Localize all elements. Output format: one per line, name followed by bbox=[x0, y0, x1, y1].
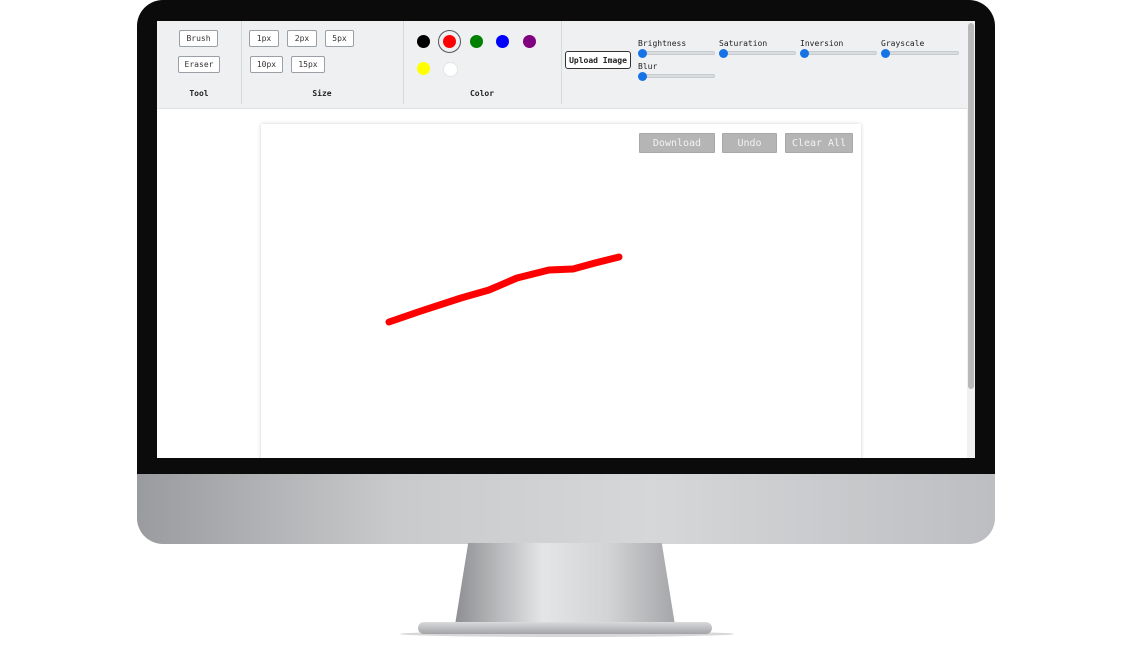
red-brush-stroke bbox=[385, 253, 623, 326]
monitor-stand-neck bbox=[455, 543, 675, 625]
saturation-label: Saturation bbox=[719, 39, 768, 48]
tool-group-label: Tool bbox=[189, 89, 209, 98]
color-group-label: Color bbox=[469, 89, 495, 98]
blur-label: Blur bbox=[638, 62, 658, 71]
vertical-scrollbar-thumb[interactable] bbox=[968, 23, 974, 389]
upload-image-button[interactable]: Upload Image bbox=[565, 51, 631, 69]
grayscale-slider[interactable] bbox=[881, 51, 959, 55]
tool-group: Brush Eraser Tool bbox=[157, 21, 242, 104]
size-5px-button[interactable]: 5px bbox=[325, 30, 354, 47]
drawing-canvas[interactable]: Download Undo Clear All bbox=[261, 124, 861, 458]
color-swatch-purple[interactable] bbox=[523, 35, 536, 48]
blur-slider-thumb[interactable] bbox=[638, 72, 647, 81]
size-1px-button[interactable]: 1px bbox=[249, 30, 279, 47]
inversion-slider[interactable] bbox=[800, 51, 877, 55]
brush-button[interactable]: Brush bbox=[179, 30, 218, 47]
blur-slider[interactable] bbox=[638, 74, 715, 78]
monitor-chin bbox=[137, 474, 995, 544]
inversion-slider-thumb[interactable] bbox=[800, 49, 809, 58]
color-swatch-red[interactable] bbox=[443, 35, 456, 48]
grayscale-slider-thumb[interactable] bbox=[881, 49, 890, 58]
size-group-label: Size bbox=[312, 89, 332, 98]
eraser-button[interactable]: Eraser bbox=[178, 56, 220, 73]
app-screen: Brush Eraser Tool 1px 2px 5px 10px 15px … bbox=[157, 21, 975, 458]
brightness-slider-thumb[interactable] bbox=[638, 49, 647, 58]
clear-all-button[interactable]: Clear All bbox=[785, 133, 853, 153]
color-swatch-blue[interactable] bbox=[496, 35, 509, 48]
size-2px-button[interactable]: 2px bbox=[287, 30, 317, 47]
color-swatch-yellow[interactable] bbox=[417, 62, 430, 75]
monitor-stand-base bbox=[418, 622, 712, 634]
grayscale-label: Grayscale bbox=[881, 39, 925, 48]
drawn-stroke bbox=[385, 253, 623, 326]
color-swatch-black[interactable] bbox=[417, 35, 430, 48]
brightness-label: Brightness bbox=[638, 39, 687, 48]
size-15px-button[interactable]: 15px bbox=[291, 56, 325, 73]
size-10px-button[interactable]: 10px bbox=[250, 56, 283, 73]
color-swatch-white[interactable] bbox=[443, 62, 458, 77]
saturation-slider[interactable] bbox=[719, 51, 796, 55]
download-button[interactable]: Download bbox=[639, 133, 715, 153]
color-group: Color bbox=[403, 21, 562, 104]
toolbar: Brush Eraser Tool 1px 2px 5px 10px 15px … bbox=[157, 21, 967, 109]
saturation-slider-thumb[interactable] bbox=[719, 49, 728, 58]
undo-button[interactable]: Undo bbox=[722, 133, 777, 153]
inversion-label: Inversion bbox=[800, 39, 844, 48]
color-swatch-green[interactable] bbox=[470, 35, 483, 48]
size-group: 1px 2px 5px 10px 15px Size bbox=[241, 21, 404, 104]
brightness-slider[interactable] bbox=[638, 51, 715, 55]
